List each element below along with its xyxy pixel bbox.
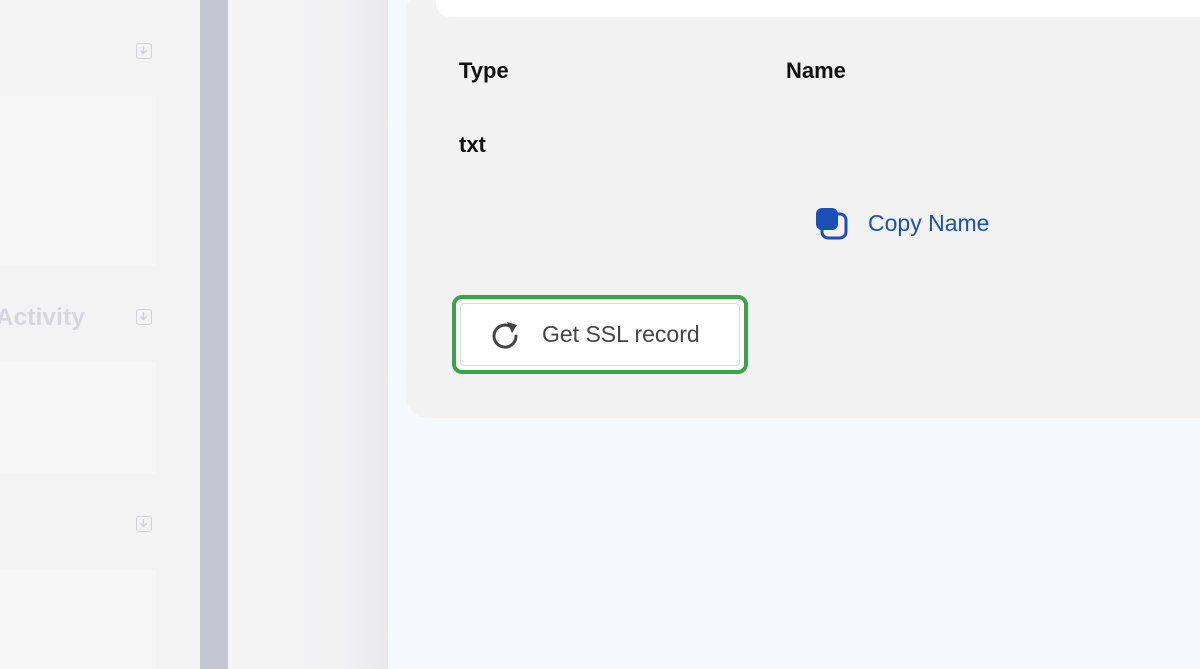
copy-name-button[interactable]: Copy Name (814, 204, 989, 242)
column-header-type: Type (459, 58, 509, 83)
download-icon[interactable] (136, 43, 152, 59)
refresh-icon (488, 319, 522, 353)
sidebar: Activity (0, 0, 200, 669)
sidebar-section (0, 570, 156, 669)
panel-gutter (228, 0, 388, 669)
download-icon[interactable] (136, 309, 152, 325)
sidebar-section (0, 362, 156, 474)
copy-name-label: Copy Name (868, 209, 990, 236)
sidebar-item-activity[interactable]: Activity (0, 304, 85, 332)
download-icon[interactable] (136, 516, 152, 532)
get-ssl-record-label: Get SSL record (542, 321, 700, 347)
record-type-value: txt (459, 132, 486, 157)
sidebar-section (0, 96, 156, 266)
card-header-strip (436, 0, 1200, 17)
get-ssl-record-button[interactable]: Get SSL record (452, 295, 748, 374)
panel-divider[interactable] (200, 0, 228, 669)
copy-icon (814, 205, 850, 241)
column-header-name: Name (786, 58, 846, 83)
